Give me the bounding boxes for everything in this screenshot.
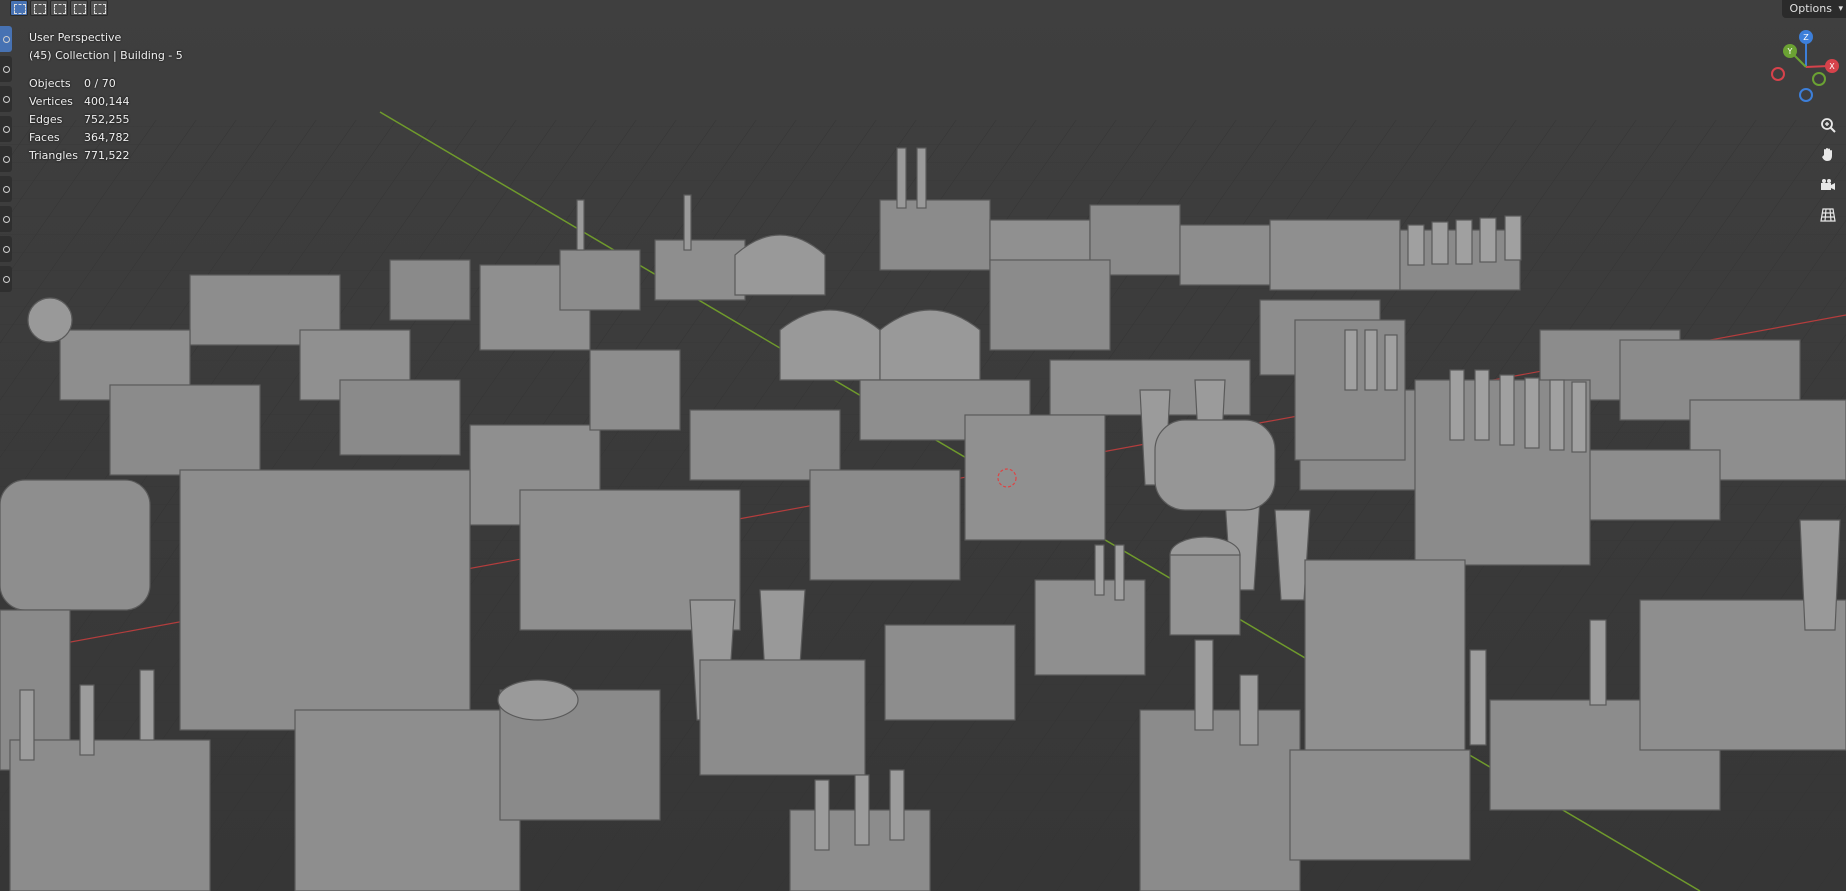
chevron-down-icon: ▾ [1838, 4, 1843, 14]
stat-objects: Objects 0 / 70 [29, 77, 116, 90]
transform-tool-icon[interactable] [0, 176, 12, 202]
navigation-gizmo[interactable]: Z X Y [1756, 22, 1846, 112]
stat-edges: Edges 752,255 [29, 113, 130, 126]
rotate-tool-icon[interactable] [0, 116, 12, 142]
svg-text:Y: Y [1787, 47, 1793, 56]
ortho-grid-icon[interactable] [1816, 203, 1840, 227]
cursor-tool-icon[interactable] [0, 56, 12, 82]
select-invert-icon[interactable] [70, 0, 88, 16]
options-label: Options [1789, 2, 1832, 15]
tool-shelf [0, 26, 14, 296]
options-dropdown[interactable]: Options ▾ [1781, 0, 1846, 18]
3d-viewport[interactable] [0, 0, 1846, 891]
scale-tool-icon[interactable] [0, 146, 12, 172]
camera-view-icon[interactable] [1816, 173, 1840, 197]
move-tool-icon[interactable] [0, 86, 12, 112]
viewport-info: User Perspective (45) Collection | Build… [29, 29, 183, 65]
measure-tool-icon[interactable] [0, 236, 12, 262]
select-subtract-icon[interactable] [50, 0, 68, 16]
select-box-tool-icon[interactable] [0, 26, 12, 52]
add-cube-tool-icon[interactable] [0, 266, 12, 292]
pan-hand-icon[interactable] [1816, 142, 1840, 166]
view-mode-label: User Perspective [29, 31, 122, 44]
scene-statistics: Objects 0 / 70 Vertices 400,144 Edges 752,2… [29, 75, 130, 165]
select-intersect-icon[interactable] [90, 0, 108, 16]
zoom-icon[interactable] [1816, 113, 1840, 137]
stat-vertices: Vertices 400,144 [29, 95, 130, 108]
svg-text:Z: Z [1803, 33, 1809, 42]
neg-y-axis-handle[interactable] [1812, 72, 1826, 86]
neg-x-axis-handle[interactable] [1771, 67, 1785, 81]
annotate-tool-icon[interactable] [0, 206, 12, 232]
active-object-label: (45) Collection | Building - 5 [29, 49, 183, 62]
neg-z-axis-handle[interactable] [1799, 88, 1813, 102]
select-new-icon[interactable] [10, 0, 28, 16]
select-mode-strip [10, 0, 108, 18]
stat-faces: Faces 364,782 [29, 131, 130, 144]
svg-text:X: X [1829, 62, 1835, 71]
select-extend-icon[interactable] [30, 0, 48, 16]
stat-triangles: Triangles 771,522 [29, 149, 130, 162]
